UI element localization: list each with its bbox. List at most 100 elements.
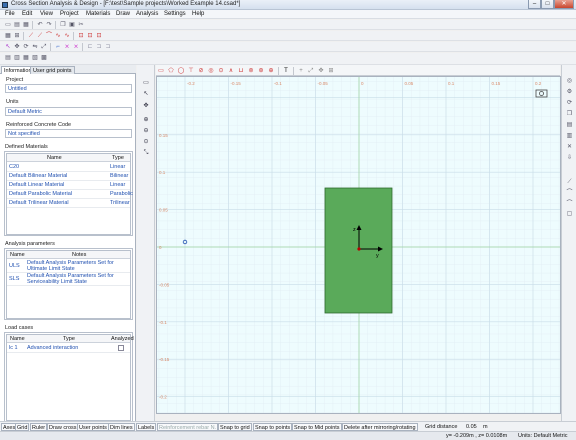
axis-icon[interactable]: ⤢ (307, 67, 315, 75)
polygon-icon[interactable]: ⬠ (167, 67, 175, 75)
cut-icon[interactable]: ✂ (77, 21, 85, 29)
column-name[interactable]: Name (10, 336, 25, 342)
toggle-grid[interactable]: Grid (15, 423, 30, 431)
close-button[interactable]: ✕ (554, 0, 574, 9)
menu-analysis[interactable]: Analysis (136, 11, 158, 17)
extend-icon[interactable]: ⨯ (72, 43, 80, 51)
project-value[interactable]: Untitled (5, 84, 132, 93)
channel-icon[interactable]: ⊔ (237, 67, 245, 75)
hollow-rect-icon[interactable]: ⊙ (217, 67, 225, 75)
move-icon[interactable]: ✥ (13, 43, 21, 51)
rotate-icon[interactable]: ⟳ (22, 43, 30, 51)
origin-icon[interactable]: + (297, 67, 305, 75)
menu-edit[interactable]: Edit (22, 11, 32, 17)
import-icon[interactable]: ⇩ (565, 154, 574, 163)
zoom-extent-icon[interactable]: ⊞ (13, 32, 21, 40)
refresh-icon[interactable]: ⟳ (565, 99, 574, 108)
pan-icon[interactable]: ✥ (142, 102, 150, 110)
comment-icon[interactable]: ▢ (565, 210, 574, 219)
line-tool-icon[interactable]: ⟋ (27, 32, 35, 40)
properties-icon[interactable]: ⚙ (565, 88, 574, 97)
table-row[interactable]: SLS Default Analysis Parameters Set for S… (7, 273, 130, 286)
rebar-arc-icon[interactable]: ⊕ (267, 67, 275, 75)
polyline-tool-icon[interactable]: ⟋ (36, 32, 44, 40)
column-name[interactable]: Name (47, 155, 62, 161)
tab-user-grid-points[interactable]: User grid points (30, 66, 75, 74)
hollow-circle-icon[interactable]: ◎ (207, 67, 215, 75)
trim-icon[interactable]: ⨯ (63, 43, 71, 51)
table-row[interactable]: Default Linear Material Linear (7, 181, 130, 190)
column-type[interactable]: Type (63, 336, 75, 342)
copy-icon[interactable]: ❐ (59, 21, 67, 29)
menu-draw[interactable]: Draw (116, 11, 130, 17)
menu-project[interactable]: Project (60, 11, 79, 17)
toggle-dim-lines[interactable]: Dim lines (108, 423, 135, 431)
stress-icon[interactable]: ▥ (565, 132, 574, 141)
new-icon[interactable]: ▭ (4, 21, 12, 29)
table-icon[interactable]: ▩ (40, 54, 48, 62)
dimension-icon[interactable]: ✥ (317, 67, 325, 75)
analysis-settings-icon[interactable]: ▤ (4, 54, 12, 62)
undo-icon[interactable]: ↶ (36, 21, 44, 29)
node-tool-icon[interactable]: ⊡ (77, 32, 85, 40)
section-props-icon[interactable]: ▤ (565, 121, 574, 130)
copy-section-icon[interactable]: ❐ (565, 110, 574, 119)
toggle-labels[interactable]: Labels (136, 423, 157, 431)
point-tool-icon[interactable]: ⊡ (86, 32, 94, 40)
curve-tool-icon[interactable]: ∿ (54, 32, 62, 40)
select-icon[interactable]: ↖ (4, 43, 12, 51)
menu-view[interactable]: View (40, 11, 53, 17)
zoom-out-icon[interactable]: ⊖ (142, 127, 150, 135)
table-row[interactable]: ULS Default Analysis Parameters Set for U… (7, 260, 130, 273)
column-analyzed[interactable]: Analyzed (111, 336, 134, 342)
table-row[interactable]: Default Trilinear Material Trilinear (7, 199, 130, 208)
toggle-snap-mid-points[interactable]: Snap to Mid points (292, 423, 342, 431)
minimize-button[interactable]: – (528, 0, 541, 9)
line-style-icon[interactable]: ⟋ (565, 178, 574, 187)
rectangle-icon[interactable]: ▭ (157, 67, 165, 75)
align-center-icon[interactable]: ⊐ (95, 43, 103, 51)
column-name[interactable]: Name (10, 252, 25, 258)
run-analysis-icon[interactable]: ▥ (13, 54, 21, 62)
grid-icon[interactable]: ▦ (4, 32, 12, 40)
measure-icon[interactable]: ⊞ (327, 67, 335, 75)
arc-tool-icon[interactable]: ⌒ (45, 32, 53, 40)
toggle-delete-after-mirroring[interactable]: Delete after mirroring/rotating (342, 423, 418, 431)
table-row[interactable]: Default Bilinear Material Bilinear (7, 172, 130, 181)
open-icon[interactable]: ▤ (13, 21, 21, 29)
arc-style-icon[interactable]: ⌒ (565, 200, 574, 209)
zoom-window-icon[interactable]: ⊙ (142, 138, 150, 146)
code-value[interactable]: Not specified (5, 129, 132, 138)
spline-tool-icon[interactable]: ∿ (63, 32, 71, 40)
select-rect-icon[interactable]: ▭ (142, 79, 150, 87)
units-value[interactable]: Default Metric (5, 107, 132, 116)
circle-icon[interactable]: ◯ (177, 67, 185, 75)
analyzed-checkbox[interactable] (118, 345, 124, 351)
zoom-in-icon[interactable]: ⊕ (142, 116, 150, 124)
column-type[interactable]: Type (112, 155, 124, 161)
table-row[interactable]: Default Parabolic Material Parabolic (7, 190, 133, 199)
delete-icon[interactable]: ✕ (565, 143, 574, 152)
scale-icon[interactable]: ⤢ (40, 43, 48, 51)
menu-file[interactable]: File (5, 11, 15, 17)
curve-style-icon[interactable]: ⌒ (565, 189, 574, 198)
align-right-icon[interactable]: ⊐ (104, 43, 112, 51)
zoom-fit-icon[interactable]: ⤡ (142, 149, 150, 157)
mirror-icon[interactable]: ⇋ (31, 43, 39, 51)
grid-distance-input[interactable]: 0.05 (465, 423, 478, 431)
menu-help[interactable]: Help (192, 11, 204, 17)
rebar-line-icon[interactable]: ⊛ (257, 67, 265, 75)
toggle-reinforcement-rebar[interactable]: Reinforcement rebar N. (157, 423, 219, 431)
report-icon[interactable]: ▧ (31, 54, 39, 62)
pointer-icon[interactable]: ↖ (142, 90, 150, 98)
table-row[interactable]: lc 1 Advanced interaction (7, 344, 130, 353)
rebar-icon[interactable]: ⊚ (247, 67, 255, 75)
align-left-icon[interactable]: ⊏ (86, 43, 94, 51)
tee-icon[interactable]: ⊤ (187, 67, 195, 75)
toggle-user-points[interactable]: User points (77, 423, 109, 431)
drawing-canvas[interactable]: -0.3-0.25-0.2-0.15-0.1-0.0500.050.10.150… (156, 76, 561, 414)
paste-icon[interactable]: ▣ (68, 21, 76, 29)
text-tool-icon[interactable]: T (282, 67, 290, 75)
angle-icon[interactable]: ∧ (227, 67, 235, 75)
results-icon[interactable]: ▦ (22, 54, 30, 62)
